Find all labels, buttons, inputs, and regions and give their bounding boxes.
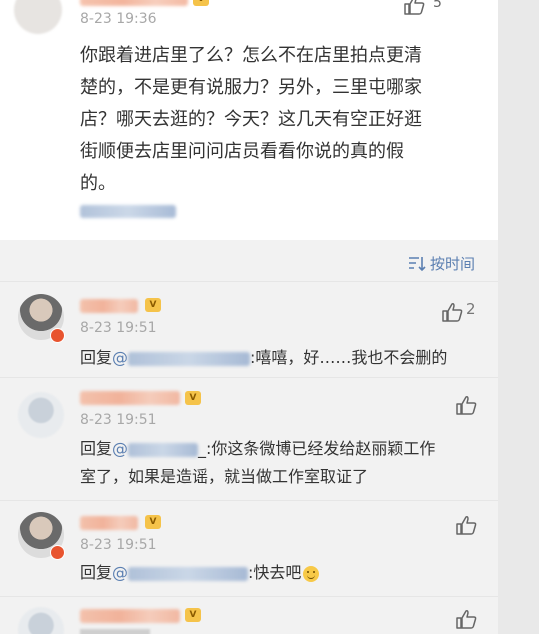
vip-badge-icon: V — [145, 515, 161, 529]
verified-badge-icon — [50, 545, 65, 560]
vip-badge-icon: V — [193, 0, 209, 6]
thumbs-up-icon[interactable] — [455, 395, 477, 415]
thumbs-up-icon[interactable] — [455, 515, 477, 535]
thumbs-up-icon[interactable] — [455, 609, 477, 629]
thumbs-up-icon[interactable] — [441, 302, 463, 322]
mention-link[interactable]: @ — [112, 348, 251, 367]
sort-label: 按时间 — [430, 255, 476, 273]
sort-icon — [409, 257, 426, 272]
comment-like-count: 2 — [466, 300, 476, 318]
comment-time: 8-23 19:51 — [80, 412, 157, 428]
post-like-count: 5 — [433, 0, 442, 11]
scroll-gutter — [498, 0, 539, 634]
commenter-avatar[interactable] — [18, 607, 64, 634]
comment-text: 回复@ _:你这条微博已经发给赵丽颖工作 室了，如果是造谣，就当做工作室取证了 — [80, 439, 436, 486]
comment-time: 8-23 19:51 — [80, 320, 157, 336]
comment-item: V 8-23 19:51 回复@ _:你这条微博已经发给赵丽颖工作 室了，如果是造… — [0, 378, 498, 500]
comment-item: V 8-23 19:51 2 回复@:嘻嘻，好……我也不会删的 — [0, 282, 498, 377]
mention-link[interactable]: @ — [112, 439, 199, 458]
comment-item: V 8-23 19:51 回复@:快去吧 — [0, 501, 498, 596]
comment-time-cut — [80, 629, 150, 634]
poster-name[interactable] — [80, 0, 188, 6]
post-text: 你跟着进店里了么？怎么不在店里拍点更清 楚的，不是更有说服力？另外，三里屯哪家 … — [80, 45, 422, 194]
comment-text: 回复@:快去吧 — [80, 561, 320, 585]
vip-badge-icon: V — [145, 298, 161, 312]
commenter-name[interactable] — [80, 516, 138, 530]
thumbs-up-icon[interactable] — [403, 0, 425, 15]
commenter-avatar[interactable] — [18, 392, 64, 438]
vip-badge-icon: V — [185, 391, 201, 405]
smile-emoji-icon — [303, 565, 320, 582]
commenter-name[interactable] — [80, 391, 180, 405]
commenter-name[interactable] — [80, 609, 180, 623]
original-post: V 8-23 19:36 5 你跟着进店里了么？怎么不在店里拍点更清 楚的，不是… — [0, 0, 498, 240]
comment-text: 回复@:嘻嘻，好……我也不会删的 — [80, 348, 448, 367]
poster-avatar[interactable] — [14, 0, 62, 34]
mention-link[interactable]: @ — [112, 563, 249, 582]
comment-item: V — [0, 597, 498, 634]
verified-badge-icon — [50, 328, 65, 343]
comment-time: 8-23 19:51 — [80, 537, 157, 553]
vip-badge-icon: V — [185, 608, 201, 622]
commenter-name[interactable] — [80, 299, 138, 313]
post-link-blur[interactable] — [80, 205, 176, 218]
post-time: 8-23 19:36 — [80, 11, 157, 27]
